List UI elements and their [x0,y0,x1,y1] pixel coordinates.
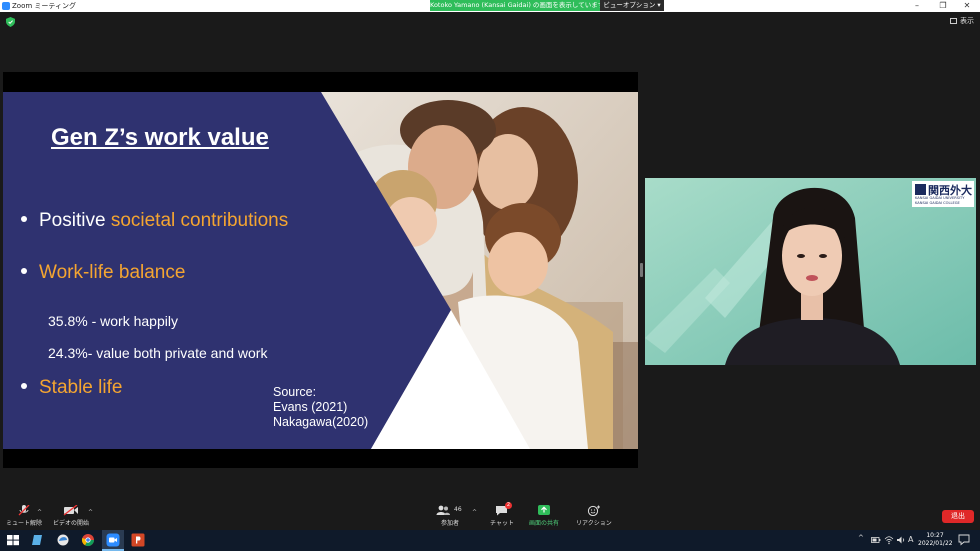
file-explorer-icon[interactable] [31,533,45,547]
restore-button[interactable]: ❐ [932,0,954,12]
bullet-dot-icon [21,267,27,274]
bullet-dot-icon [21,382,27,389]
share-screen-icon [538,505,550,515]
window-title: Zoom ミーティング [12,2,76,10]
screen-share-banner: Kotoko Yamano (Kansai Gaidai) の画面を表示していま… [430,0,600,11]
title-bar: Zoom ミーティング Kotoko Yamano (Kansai Gaidai… [0,0,980,12]
participant-video[interactable]: 関西外大 KANSAI GAIDAI UNIVERSITY KANSAI GAI… [645,178,976,365]
participants-button[interactable]: 46 参加者 [436,505,464,527]
bullet-stable-life: Stable life [21,377,122,399]
edge-browser-icon[interactable] [56,533,70,547]
chat-unread-badge: 2 [504,502,512,509]
video-camera-off-icon [63,505,78,516]
tray-overflow-caret-icon[interactable]: ^ [858,534,864,542]
participants-count: 46 [454,506,462,513]
clock-time: 10:27 [926,532,944,539]
reactions-label: リアクション [576,520,612,527]
reactions-button[interactable]: リアクション [576,505,612,527]
notification-center-icon[interactable] [958,534,970,546]
view-options-button[interactable]: ビューオプション ▾ [600,0,664,11]
chrome-browser-icon[interactable] [81,533,95,547]
volume-icon[interactable] [896,535,906,545]
kansai-gaidai-logo: 関西外大 KANSAI GAIDAI UNIVERSITY KANSAI GAI… [912,181,974,207]
bullet-societal-contributions: Positive societal contributions [21,210,288,232]
video-options-caret-icon[interactable]: ^ [88,509,93,516]
participants-options-caret-icon[interactable]: ^ [472,509,477,516]
presentation-slide: Gen Z’s work value Positive societal con… [3,92,638,449]
bullet-text-highlight: Stable life [39,377,123,398]
security-shield-icon[interactable] [6,17,15,27]
leave-button[interactable]: 退出 [942,510,974,523]
clock-date: 2022/01/22 [918,540,953,547]
chat-label: チャット [490,520,514,527]
minimize-button[interactable]: – [906,0,928,12]
participants-icon [436,505,450,515]
windows-taskbar: ^ A 10:27 2022/01/22 [0,530,980,551]
chat-icon-wrap: 2 [495,502,512,516]
view-toggle[interactable]: 表示 [950,16,974,26]
zoom-taskbar-icon [106,533,120,547]
bullet-text-highlight: societal contributions [110,210,289,231]
sub-point-work-happily: 35.8% - work happily [48,313,178,329]
wifi-icon[interactable] [884,535,894,545]
unmute-label: ミュート解除 [6,520,43,527]
sub-point-private-and-work: 24.3%- value both private and work [48,345,268,361]
chat-button[interactable]: 2 チャット [490,502,514,527]
share-screen-label: 画面の共有 [529,520,560,527]
bullet-text-highlight: Work-life balance [39,262,186,283]
audio-options-caret-icon[interactable]: ^ [37,509,42,516]
participants-label: 参加者 [440,520,459,527]
battery-icon[interactable] [871,535,881,545]
source-nakagawa: Nakagawa(2020) [273,415,369,429]
bullet-work-life-balance: Work-life balance [21,262,185,284]
bullet-dot-icon [21,215,27,222]
source-evans: Evans (2021) [273,400,348,414]
shared-screen: Gen Z’s work value Positive societal con… [3,72,638,468]
panel-resize-handle[interactable] [640,263,643,277]
university-seal-icon [915,184,926,195]
zoom-app-icon [2,2,10,10]
source-citation: Source: Evans (2021) Nakagawa(2020) [273,385,368,430]
taskbar-clock[interactable]: 10:27 2022/01/22 [918,532,953,548]
bullet-text-plain: Positive [39,210,111,231]
windows-start-icon[interactable] [6,533,20,547]
start-video-label: ビデオの開始 [53,520,90,527]
taskbar-zoom-active[interactable] [102,530,124,551]
microphone-muted-icon [18,505,30,516]
slide-title: Gen Z’s work value [51,124,269,151]
gallery-view-icon [950,18,957,24]
zoom-window: Zoom ミーティング Kotoko Yamano (Kansai Gaidai… [0,0,980,551]
close-button[interactable]: ✕ [956,0,978,12]
logo-subtitle-college: KANSAI GAIDAI COLLEGE [915,201,960,205]
share-screen-button[interactable]: 画面の共有 [529,505,559,527]
start-video-button[interactable]: ビデオの開始 [53,505,89,527]
logo-subtitle-university: KANSAI GAIDAI UNIVERSITY [915,196,965,200]
smiley-plus-icon [587,505,600,516]
powerpoint-icon[interactable] [131,533,145,547]
ime-indicator[interactable]: A [908,535,913,544]
source-label: Source: [273,385,317,399]
view-toggle-label: 表示 [960,17,974,25]
participants-icon-group: 46 [436,505,464,516]
